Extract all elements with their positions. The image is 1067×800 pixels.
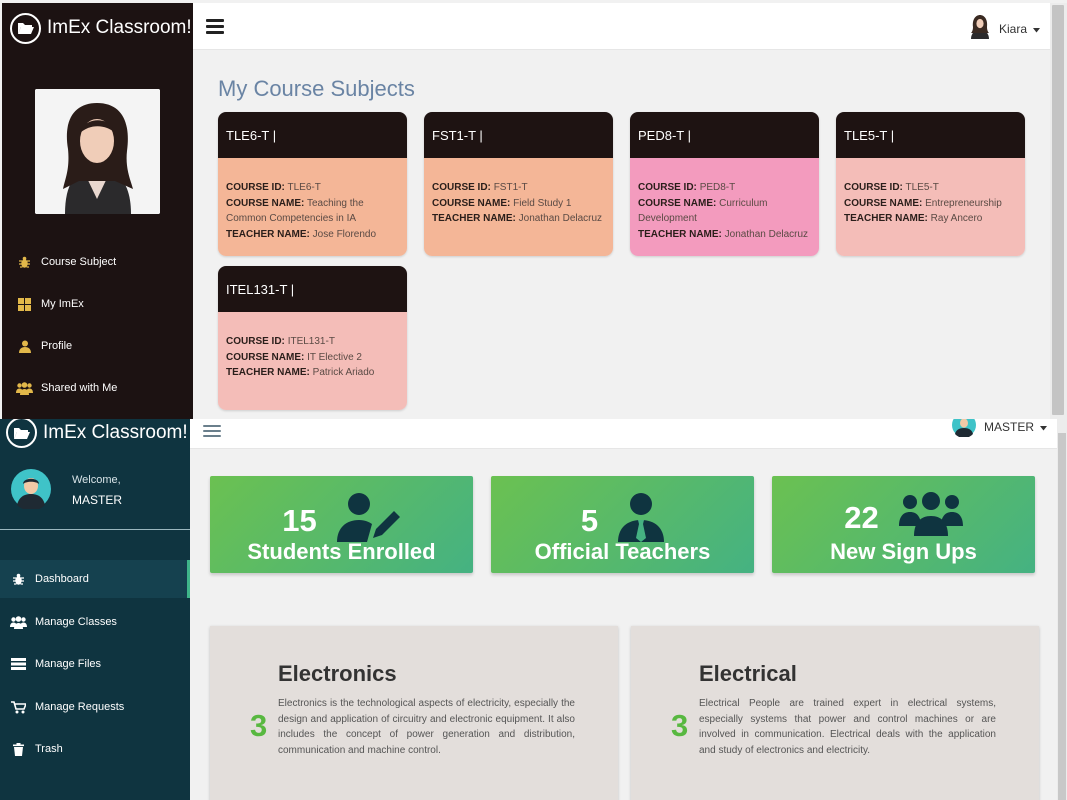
user-name: Kiara	[998, 21, 1027, 36]
course-card-fst1[interactable]: FST1-T | COURSE ID: FST1-T COURSE NAME: …	[424, 112, 613, 256]
user-icon	[16, 340, 33, 353]
divider	[0, 529, 190, 530]
dept-description: Electrical People are trained expert in …	[699, 698, 996, 756]
course-card-itel131[interactable]: ITEL131-T | COURSE ID: ITEL131-T COURSE …	[218, 266, 407, 410]
user-name: MASTER	[983, 419, 1034, 434]
windows-icon	[16, 297, 33, 311]
course-card-ped8[interactable]: PED8-T | COURSE ID: PED8-T COURSE NAME: …	[630, 112, 819, 256]
users-icon	[16, 381, 33, 395]
nav-manage-files[interactable]: Manage Files	[0, 645, 190, 683]
stat-new-sign-ups[interactable]: 22 New Sign Ups	[772, 476, 1035, 573]
page-title: My Course Subjects	[218, 76, 415, 101]
stat-official-teachers[interactable]: 5 Official Teachers	[491, 476, 754, 573]
stat-value: 15	[282, 503, 317, 538]
folder-open-icon	[6, 419, 37, 448]
trash-icon	[10, 742, 27, 756]
stat-label: Official Teachers	[534, 539, 711, 564]
course-details: COURSE ID: TLE5-T COURSE NAME: Entrepren…	[836, 158, 1025, 256]
course-code: FST1-T |	[424, 112, 613, 158]
nav-my-imex[interactable]: My ImEx	[16, 294, 84, 314]
admin-topbar: MASTER	[190, 419, 1057, 449]
student-sidebar: ImEx Classroom! Course Subject My ImEx P…	[2, 3, 241, 419]
course-card-tle6[interactable]: TLE6-T | COURSE ID: TLE6-T COURSE NAME: …	[218, 112, 407, 256]
course-code: TLE5-T |	[836, 112, 1025, 158]
stat-value: 5	[580, 503, 599, 538]
scrollbar-thumb[interactable]	[1058, 433, 1066, 800]
course-code: ITEL131-T |	[218, 266, 407, 312]
stat-label: New Sign Ups	[830, 539, 977, 564]
nav-label: Trash	[35, 743, 63, 755]
course-details: COURSE ID: PED8-T COURSE NAME: Curriculu…	[630, 158, 819, 256]
dept-description: Electronics is the technological aspects…	[278, 698, 575, 756]
hamburger-menu-icon[interactable]	[203, 425, 221, 440]
server-icon	[10, 658, 27, 670]
admin-sidebar: ImEx Classroom! Welcome, MASTER Dashboar…	[0, 419, 190, 800]
avatar	[969, 15, 991, 42]
cart-icon	[10, 700, 27, 714]
brand[interactable]: ImEx Classroom!	[6, 419, 188, 448]
folder-open-icon	[10, 12, 41, 44]
nav-label: Course Subject	[41, 256, 117, 268]
course-code: PED8-T |	[630, 112, 819, 158]
nav-label: Shared with Me	[41, 382, 118, 394]
users-icon	[898, 492, 963, 544]
nav-label: Manage Files	[35, 658, 102, 670]
stat-label: Students Enrolled	[247, 539, 436, 564]
brand-title: ImEx Classroom!	[47, 17, 192, 38]
hamburger-menu-icon[interactable]	[206, 19, 224, 37]
nav-label: Dashboard	[35, 573, 89, 585]
dept-card-electronics[interactable]: Electronics 3 Electronics is the technol…	[210, 626, 618, 800]
caret-down-icon	[1040, 420, 1047, 434]
student-topbar: Kiara	[193, 3, 1050, 50]
course-details: COURSE ID: TLE6-T COURSE NAME: Teaching …	[218, 158, 407, 256]
profile-photo	[35, 89, 160, 214]
caret-down-icon	[1033, 22, 1040, 36]
nav-shared-with-me[interactable]: Shared with Me	[16, 378, 117, 398]
dept-title: Electronics	[278, 661, 397, 686]
course-code: TLE6-T |	[218, 112, 407, 158]
user-menu[interactable]: MASTER	[951, 419, 1047, 440]
stat-students-enrolled[interactable]: 15 Students Enrolled	[210, 476, 473, 573]
scrollbar-thumb[interactable]	[1052, 5, 1064, 415]
nav-manage-requests[interactable]: Manage Requests	[0, 688, 190, 726]
nav-label: My ImEx	[41, 298, 84, 310]
avatar	[951, 419, 976, 440]
nav-label: Profile	[41, 340, 73, 352]
admin-screen: ImEx Classroom! Welcome, MASTER Dashboar…	[0, 419, 1067, 800]
dept-title: Electrical	[699, 661, 797, 686]
student-content: My Course Subjects TLE6-T | COURSE ID: T…	[193, 50, 1050, 419]
course-details: COURSE ID: FST1-T COURSE NAME: Field Stu…	[424, 158, 613, 256]
course-details: COURSE ID: ITEL131-T COURSE NAME: IT Ele…	[218, 312, 407, 410]
welcome-name: MASTER	[72, 493, 123, 507]
brand-title: ImEx Classroom!	[43, 421, 188, 443]
user-menu[interactable]: Kiara	[969, 15, 1040, 42]
nav-course-subject[interactable]: Course Subject	[16, 252, 241, 272]
bug-icon	[10, 573, 27, 586]
dept-count: 3	[250, 708, 268, 743]
bug-icon	[16, 256, 33, 269]
dept-card-electrical[interactable]: Electrical 3 Electrical People are train…	[631, 626, 1039, 800]
brand[interactable]: ImEx Classroom!	[10, 11, 192, 45]
student-screen: ImEx Classroom! Course Subject My ImEx P…	[0, 0, 1067, 419]
nav-trash[interactable]: Trash	[0, 730, 190, 768]
nav-label: Manage Classes	[35, 616, 117, 628]
nav-manage-classes[interactable]: Manage Classes	[0, 603, 190, 641]
nav-label: Manage Requests	[35, 701, 125, 713]
users-icon	[10, 615, 27, 629]
welcome-text: Welcome,	[72, 474, 121, 486]
nav-profile[interactable]: Profile	[16, 336, 72, 356]
avatar	[11, 469, 51, 514]
dept-count: 3	[671, 708, 689, 743]
nav-dashboard[interactable]: Dashboard	[0, 560, 190, 598]
stat-value: 22	[844, 500, 879, 535]
course-card-tle5[interactable]: TLE5-T | COURSE ID: TLE5-T COURSE NAME: …	[836, 112, 1025, 256]
